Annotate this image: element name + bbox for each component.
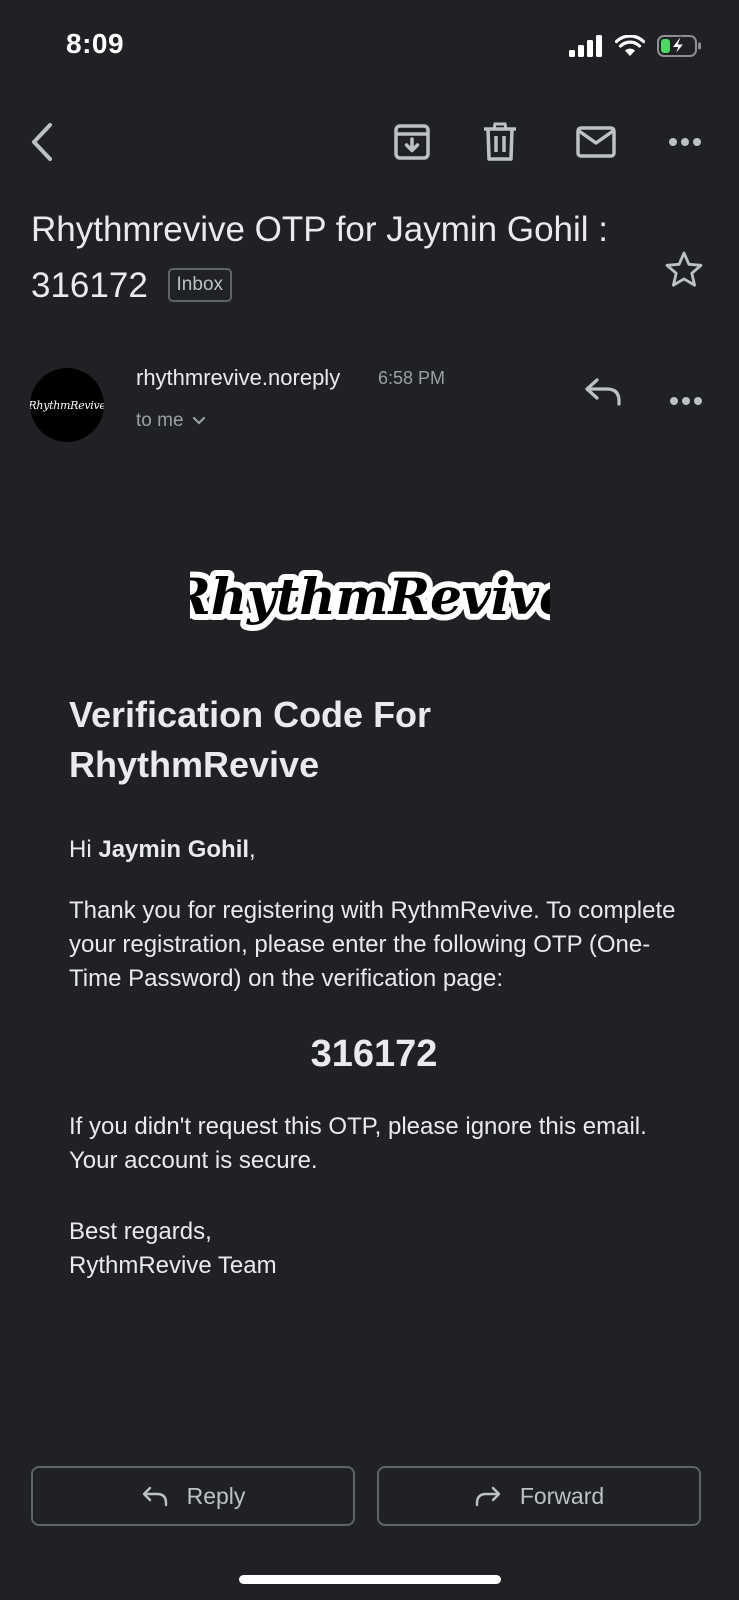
greeting-suffix: , <box>249 836 256 863</box>
brand-logo-text: RhythmRevive <box>190 567 550 626</box>
forward-icon <box>475 1486 501 1507</box>
sign-off: Best regards, <box>69 1218 212 1245</box>
reply-button[interactable]: Reply <box>31 1466 355 1526</box>
reply-quick-button[interactable] <box>583 374 623 408</box>
ignore-notice: If you didn't request this OTP, please i… <box>69 1113 647 1174</box>
more-options-button[interactable] <box>661 118 709 166</box>
intro-paragraph: Thank you for registering with RythmRevi… <box>69 897 676 992</box>
archive-button[interactable] <box>388 118 436 166</box>
greeting-prefix: Hi <box>69 836 99 863</box>
chevron-down-icon <box>192 416 205 425</box>
more-horizontal-icon <box>669 138 701 146</box>
forward-button-label: Forward <box>519 1482 605 1509</box>
greeting: Hi Jaymin Gohil, <box>69 833 679 867</box>
sender-avatar[interactable]: RhythmRevive <box>30 368 104 442</box>
signature: RythmRevive Team <box>69 1252 277 1279</box>
recipient-name: Jaymin Gohil <box>98 836 250 863</box>
avatar-logo-text: RhythmRevive <box>30 398 104 412</box>
home-indicator[interactable] <box>239 1575 501 1584</box>
back-button[interactable] <box>18 118 66 166</box>
status-time: 8:09 <box>66 28 125 59</box>
reply-button-label: Reply <box>186 1482 246 1509</box>
subject-text: Rhythmrevive OTP for Jaymin Gohil : 3161… <box>31 210 609 305</box>
email-content: Verification Code For RhythmRevive Hi Ja… <box>69 690 679 1283</box>
star-button[interactable] <box>664 250 704 290</box>
mark-unread-button[interactable] <box>572 118 620 166</box>
wifi-icon <box>615 35 645 56</box>
archive-icon <box>394 124 430 160</box>
brand-logo: RhythmRevive <box>161 548 577 648</box>
recipient-details-toggle[interactable]: to me <box>136 410 206 432</box>
reply-icon <box>142 1486 167 1507</box>
inbox-label-badge[interactable]: Inbox <box>167 267 233 302</box>
more-horizontal-icon <box>670 397 702 405</box>
otp-code: 316172 <box>310 1033 438 1075</box>
mail-icon <box>576 126 616 158</box>
sender-name[interactable]: rhythmrevive.noreply <box>136 365 340 391</box>
message-more-button[interactable] <box>669 393 703 405</box>
delete-button[interactable] <box>476 118 524 166</box>
star-icon <box>665 251 703 287</box>
reply-icon <box>585 378 621 406</box>
recipient-label: to me <box>136 410 184 431</box>
back-arrow-icon <box>32 123 52 161</box>
cellular-signal-icon <box>569 35 602 57</box>
battery-charging-icon <box>657 35 701 57</box>
trash-icon <box>484 122 516 161</box>
forward-button[interactable]: Forward <box>377 1466 701 1526</box>
status-icons <box>569 34 703 58</box>
email-heading: Verification Code For RhythmRevive <box>69 694 432 785</box>
message-time: 6:58 PM <box>378 368 446 388</box>
email-subject: Rhythmrevive OTP for Jaymin Gohil : 3161… <box>31 202 631 314</box>
